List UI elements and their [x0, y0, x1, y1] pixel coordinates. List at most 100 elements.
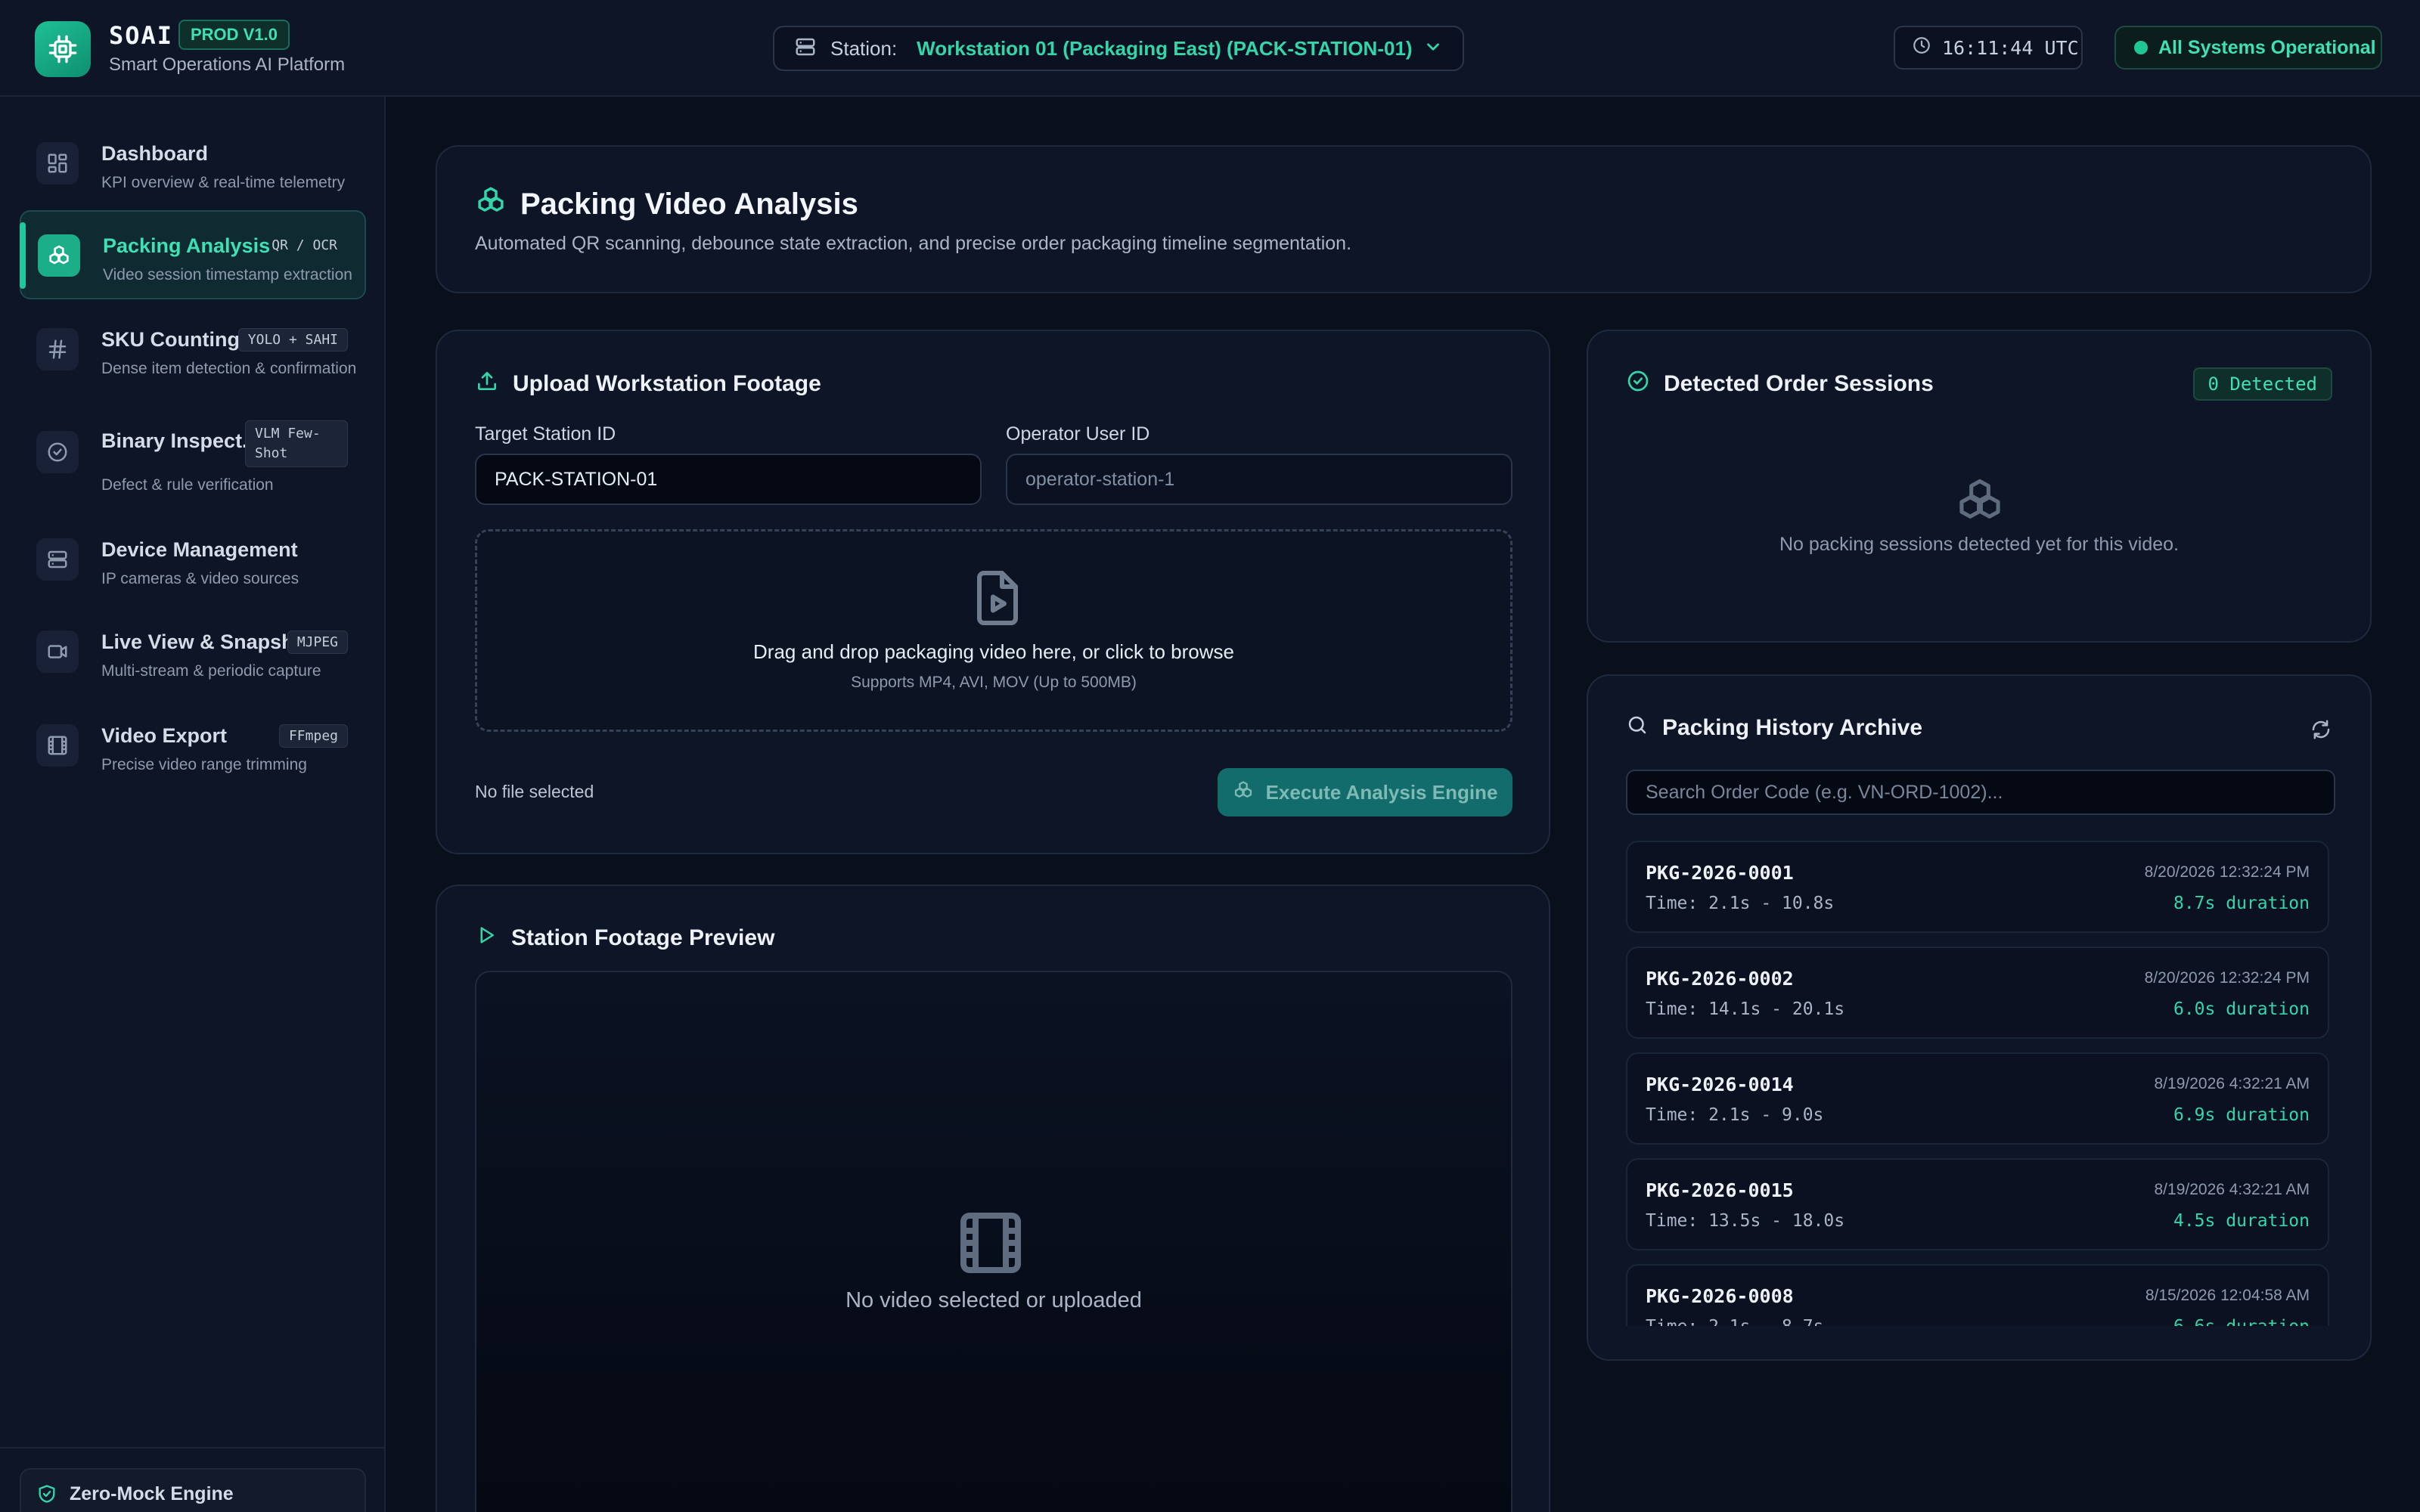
sidebar-item-title: SKU Counting: [101, 328, 240, 351]
sidebar-item-desc: Video session timestamp extraction: [103, 266, 352, 284]
video-dropzone[interactable]: Drag and drop packaging video here, or c…: [475, 529, 1512, 732]
sidebar-item-video-export[interactable]: Video Export FFmpeg Precise video range …: [20, 702, 366, 791]
boxes-icon: [1954, 475, 2006, 530]
film-icon: [954, 1207, 1027, 1283]
video-player[interactable]: No video selected or uploaded: [475, 971, 1512, 1512]
engine-label: Zero-Mock Engine: [70, 1483, 234, 1504]
status-dot: [2134, 41, 2148, 54]
clock-icon: [1912, 36, 1931, 60]
order-date: 8/20/2026 12:32:24 PM: [2144, 969, 2310, 987]
top-bar: SOAI PROD V1.0 Smart Operations AI Platf…: [0, 0, 2420, 97]
boxes-icon: [1233, 779, 1254, 806]
sidebar-item-title: Live View & Snapsh...: [101, 631, 312, 653]
order-time-range: Time: 2.1s - 8.7s: [1646, 1317, 1823, 1326]
boxes-icon: [475, 184, 507, 224]
check-circle-icon: [1626, 369, 1650, 399]
video-camera-icon: [36, 631, 79, 673]
preview-panel: Station Footage Preview No video selecte…: [436, 885, 1550, 1512]
sidebar-item-desc: Precise video range trimming: [101, 756, 307, 773]
sidebar: Dashboard KPI overview & real-time telem…: [0, 97, 386, 1512]
history-row[interactable]: PKG-2026-0014 8/19/2026 4:32:21 AM Time:…: [1626, 1052, 2329, 1145]
history-row[interactable]: PKG-2026-0002 8/20/2026 12:32:24 PM Time…: [1626, 947, 2329, 1039]
play-icon: [475, 924, 498, 953]
film-icon: [36, 724, 79, 767]
history-list[interactable]: PKG-2026-0001 8/20/2026 12:32:24 PM Time…: [1626, 841, 2329, 1326]
sidebar-item-tag: QR / OCR: [271, 237, 337, 253]
order-time-range: Time: 2.1s - 10.8s: [1646, 894, 1835, 913]
operator-id-input[interactable]: [1006, 454, 1512, 505]
sidebar-item-tag: VLM Few-Shot: [245, 420, 348, 467]
order-duration: 6.6s duration: [2173, 1317, 2310, 1326]
upload-panel: Upload Workstation Footage Target Statio…: [436, 330, 1550, 854]
order-time-range: Time: 14.1s - 20.1s: [1646, 999, 1845, 1019]
history-title: Packing History Archive: [1626, 714, 1922, 742]
chip-icon[interactable]: [35, 21, 91, 77]
sessions-title-text: Detected Order Sessions: [1664, 371, 1934, 396]
upload-icon: [475, 369, 499, 399]
execute-label: Execute Analysis Engine: [1265, 780, 1498, 804]
video-empty-text: No video selected or uploaded: [845, 1288, 1142, 1312]
sidebar-item-title: Video Export: [101, 724, 228, 747]
order-duration: 4.5s duration: [2173, 1211, 2310, 1231]
order-duration: 6.0s duration: [2173, 999, 2310, 1019]
page-header: Packing Video Analysis Automated QR scan…: [436, 145, 2372, 293]
preview-title: Station Footage Preview: [475, 924, 774, 953]
order-search-input[interactable]: [1626, 770, 2335, 815]
order-date: 8/15/2026 12:04:58 AM: [2145, 1287, 2310, 1304]
upload-title: Upload Workstation Footage: [475, 369, 821, 399]
dropzone-main-text: Drag and drop packaging video here, or c…: [753, 640, 1234, 663]
execute-analysis-button[interactable]: Execute Analysis Engine: [1218, 768, 1512, 816]
order-date: 8/19/2026 4:32:21 AM: [2154, 1075, 2310, 1092]
page-title: Packing Video Analysis: [475, 184, 858, 224]
file-video-icon: [970, 568, 1025, 632]
chevron-down-icon: [1423, 37, 1443, 60]
sessions-count-badge: 0 Detected: [2192, 367, 2332, 401]
station-select[interactable]: Station: Workstation 01 (Packaging East)…: [773, 26, 1464, 71]
sidebar-item-binary-inspection[interactable]: Binary Inspect... VLM Few-Shot Defect & …: [20, 408, 366, 497]
order-code: PKG-2026-0002: [1646, 968, 1794, 990]
version-badge: PROD V1.0: [178, 20, 290, 50]
sidebar-item-tag: YOLO + SAHI: [237, 328, 348, 352]
order-code: PKG-2026-0014: [1646, 1074, 1794, 1095]
sidebar-item-packing-analysis[interactable]: Packing Analysis QR / OCR Video session …: [20, 210, 366, 299]
clock: 16:11:44 UTC: [1894, 26, 2083, 70]
file-status: No file selected: [475, 782, 594, 801]
order-date: 8/19/2026 4:32:21 AM: [2154, 1181, 2310, 1198]
station-label: Station:: [830, 36, 898, 60]
sidebar-item-tag: MJPEG: [287, 631, 348, 654]
station-id-label: Target Station ID: [475, 423, 616, 445]
station-value: Workstation 01 (Packaging East) (PACK-ST…: [917, 36, 1413, 60]
history-row[interactable]: PKG-2026-0008 8/15/2026 12:04:58 AM Time…: [1626, 1264, 2329, 1326]
operator-id-label: Operator User ID: [1006, 423, 1150, 445]
history-row[interactable]: PKG-2026-0015 8/19/2026 4:32:21 AM Time:…: [1626, 1158, 2329, 1250]
history-row[interactable]: PKG-2026-0001 8/20/2026 12:32:24 PM Time…: [1626, 841, 2329, 933]
refresh-icon[interactable]: [2310, 718, 2332, 745]
search-icon: [1626, 714, 1649, 742]
sessions-empty-text: No packing sessions detected yet for thi…: [1779, 534, 2180, 555]
boxes-icon: [38, 234, 80, 277]
shield-check-icon: [36, 1483, 57, 1510]
sidebar-item-tag: FFmpeg: [278, 724, 348, 748]
check-circle-icon: [36, 431, 79, 473]
dashboard-icon: [36, 142, 79, 184]
system-status: All Systems Operational: [2114, 26, 2382, 70]
status-text: All Systems Operational: [2158, 36, 2376, 58]
order-code: PKG-2026-0015: [1646, 1179, 1794, 1201]
app-name: SOAI: [109, 21, 174, 50]
sidebar-item-sku-counting[interactable]: SKU Counting YOLO + SAHI Dense item dete…: [20, 305, 366, 395]
sidebar-item-dashboard[interactable]: Dashboard KPI overview & real-time telem…: [20, 119, 366, 209]
sidebar-item-desc: Dense item detection & confirmation: [101, 360, 357, 377]
sidebar-item-title: Packing Analysis: [103, 234, 271, 257]
page-title-text: Packing Video Analysis: [520, 187, 858, 221]
history-title-text: Packing History Archive: [1662, 715, 1923, 740]
sidebar-item-live-view[interactable]: Live View & Snapsh... MJPEG Multi-stream…: [20, 608, 366, 697]
server-icon: [36, 538, 79, 581]
sidebar-item-title: Binary Inspect...: [101, 429, 259, 452]
station-id-input[interactable]: [475, 454, 982, 505]
sidebar-item-desc: Multi-stream & periodic capture: [101, 662, 321, 680]
order-duration: 6.9s duration: [2173, 1105, 2310, 1125]
sessions-title: Detected Order Sessions: [1626, 369, 1934, 399]
sidebar-item-device-management[interactable]: Device Management IP cameras & video sou…: [20, 516, 366, 605]
order-time-range: Time: 13.5s - 18.0s: [1646, 1211, 1845, 1231]
engine-status: Zero-Mock Engine: [20, 1468, 366, 1512]
